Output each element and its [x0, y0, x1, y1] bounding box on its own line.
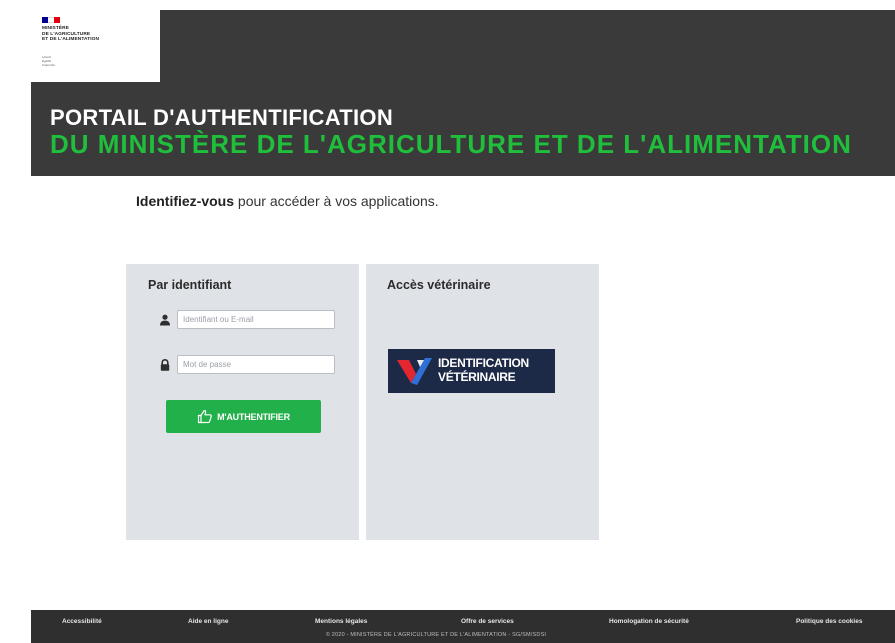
vet-logo-text: IDENTIFICATION VÉTÉRINAIRE [438, 356, 529, 384]
footer-link-accessibilite[interactable]: Accessibilité [62, 618, 102, 625]
authenticate-button-label: M'AUTHENTIFIER [217, 411, 290, 422]
password-input[interactable] [177, 355, 335, 374]
vet-identification-logo-icon [397, 358, 432, 385]
footer-link-cookies[interactable]: Politique des cookies [796, 618, 862, 625]
footer-link-aide[interactable]: Aide en ligne [188, 618, 228, 625]
site-footer: Accessibilité Aide en ligne Mentions lég… [31, 610, 895, 643]
intro-rest: pour accéder à vos applications. [234, 193, 439, 209]
login-panel: Par identifiant M'AUTHENTIFIER [126, 264, 359, 540]
footer-link-offre[interactable]: Offre de services [461, 618, 514, 625]
french-flag-icon [42, 17, 60, 23]
page-title: PORTAIL D'AUTHENTIFICATION [50, 105, 394, 130]
login-panel-title: Par identifiant [148, 278, 232, 292]
logo-motto: Liberté Égalité Fraternité [42, 55, 55, 67]
intro-bold: Identifiez-vous [136, 193, 235, 209]
ministry-logo[interactable]: MINISTÈRE DE L'AGRICULTURE ET DE L'ALIME… [31, 10, 160, 82]
vet-identification-link[interactable]: IDENTIFICATION VÉTÉRINAIRE [388, 349, 555, 393]
password-row [158, 355, 338, 375]
user-icon [160, 314, 170, 326]
page-subtitle: DU MINISTÈRE DE L'AGRICULTURE ET DE L'AL… [50, 129, 852, 159]
copyright-text: © 2020 - MINISTÈRE DE L'AGRICULTURE ET D… [325, 632, 547, 638]
vet-panel-title: Accès vétérinaire [387, 278, 491, 292]
thumbs-up-icon [197, 410, 212, 424]
intro-text: Identifiez-vous pour accéder à vos appli… [136, 193, 439, 209]
authenticate-button[interactable]: M'AUTHENTIFIER [166, 400, 321, 433]
footer-link-mentions[interactable]: Mentions légales [315, 618, 367, 625]
lock-icon [160, 358, 170, 371]
footer-link-homologation[interactable]: Homologation de sécurité [609, 618, 689, 625]
site-header: MINISTÈRE DE L'AGRICULTURE ET DE L'ALIME… [31, 10, 895, 176]
logo-ministry-name: MINISTÈRE DE L'AGRICULTURE ET DE L'ALIME… [42, 26, 100, 43]
username-input[interactable] [177, 310, 335, 329]
footer-links: Accessibilité Aide en ligne Mentions lég… [31, 618, 895, 628]
username-row [158, 310, 338, 330]
vet-access-panel: Accès vétérinaire IDENTIFICATION VÉTÉRIN… [366, 264, 599, 540]
